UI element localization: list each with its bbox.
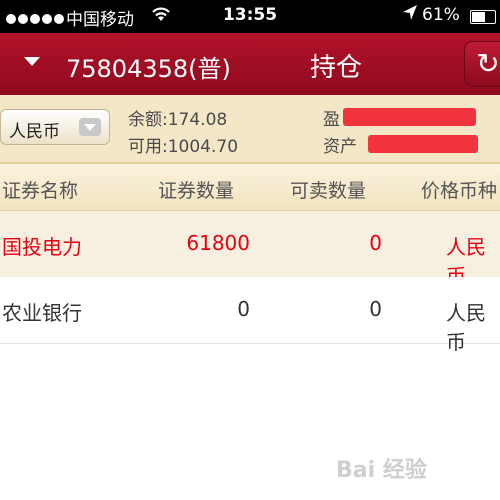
watermark: Bai 经验 bbox=[336, 458, 427, 483]
battery-percent: 61% bbox=[422, 5, 460, 25]
profit-loss-label: 盈 bbox=[323, 110, 340, 130]
page-title: 持仓 bbox=[309, 53, 362, 83]
table-row[interactable]: 国投电力 61800 0 人民币 bbox=[0, 211, 500, 288]
sellable-quantity: 0 bbox=[369, 297, 382, 321]
nav-bar: 75804358(普) 持仓 ↻ bbox=[0, 33, 500, 95]
available-text: 可用:1004.70 bbox=[128, 137, 239, 157]
account-summary: 人民币 余额:174.08 可用:1004.70 盈 资产 bbox=[0, 95, 500, 164]
redaction-mark bbox=[368, 135, 478, 153]
balance-text: 余额:174.08 bbox=[128, 110, 228, 130]
assets-label: 资产 bbox=[323, 137, 357, 157]
security-name: 农业银行 bbox=[2, 301, 82, 325]
table-header: 证券名称 证券数量 可卖数量 价格币种 bbox=[0, 164, 500, 211]
refresh-button[interactable]: ↻ bbox=[464, 41, 500, 87]
header-price-currency: 价格币种 bbox=[421, 180, 498, 202]
currency-select-value: 人民币 bbox=[9, 122, 60, 142]
header-security-quantity: 证券数量 bbox=[158, 180, 235, 202]
table-row[interactable]: 农业银行 0 0 人民币 bbox=[0, 277, 500, 354]
security-quantity: 0 bbox=[237, 297, 250, 321]
header-sellable-quantity: 可卖数量 bbox=[290, 180, 367, 202]
sellable-quantity: 0 bbox=[369, 231, 382, 255]
battery-fill bbox=[472, 12, 486, 22]
refresh-icon: ↻ bbox=[476, 47, 500, 80]
header-security-name: 证券名称 bbox=[2, 180, 79, 202]
currency-select[interactable]: 人民币 bbox=[0, 109, 110, 145]
security-quantity: 61800 bbox=[186, 231, 250, 255]
security-name: 国投电力 bbox=[2, 235, 82, 259]
status-bar: 中国移动 13:55 61% bbox=[0, 0, 500, 33]
battery-icon bbox=[470, 10, 496, 24]
chevron-down-icon bbox=[79, 118, 101, 136]
location-icon bbox=[402, 4, 418, 27]
redaction-mark bbox=[343, 108, 476, 126]
price-currency: 人民币 bbox=[446, 301, 486, 354]
